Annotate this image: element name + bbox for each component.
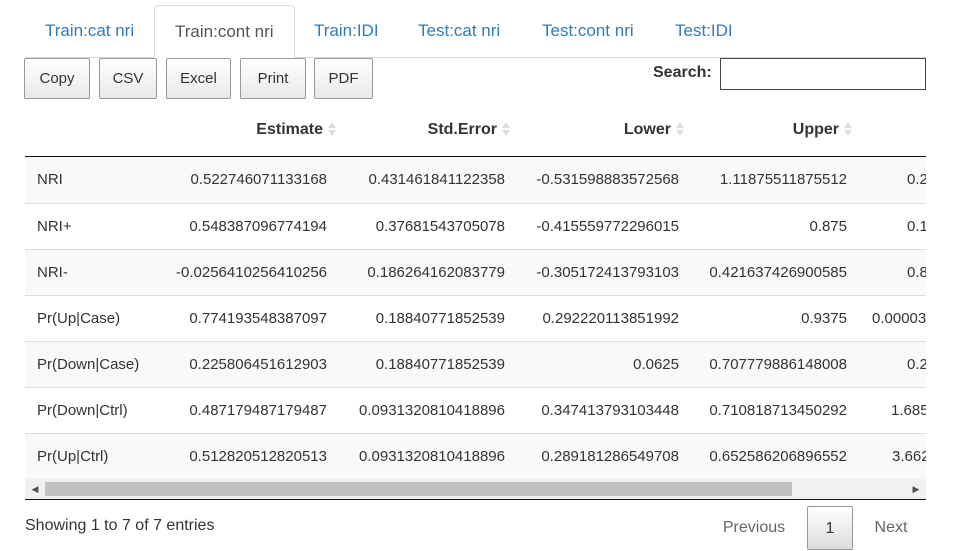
page-1-button[interactable]: 1 <box>807 506 853 550</box>
cell-lower: 0.292220113851992 <box>542 310 679 327</box>
arrow-right-icon[interactable]: ▶ <box>906 479 926 499</box>
cell-upper: 0.710818713450292 <box>709 402 847 419</box>
cell-estimate: 0.522746071133168 <box>190 171 327 188</box>
data-table: Estimate Std.Error Lower Upper NRI 0.522… <box>25 109 926 479</box>
cell-lower: -0.305172413793103 <box>536 264 679 281</box>
tab-train-cat-nri[interactable]: Train:cat nri <box>25 5 154 57</box>
cell-estimate: 0.487179487179487 <box>189 402 327 419</box>
cell-upper: 0.875 <box>809 218 847 235</box>
cell-extra: 0.1 <box>907 218 926 235</box>
table-row: NRI+ 0.548387096774194 0.37681543705078 … <box>25 203 926 249</box>
cell-estimate: 0.548387096774194 <box>189 218 327 235</box>
cell-std-error: 0.37681543705078 <box>375 218 505 235</box>
sort-icon <box>328 121 337 137</box>
cell-lower: -0.531598883572568 <box>536 171 679 188</box>
scrollbar-thumb[interactable] <box>45 482 792 496</box>
next-page-button[interactable]: Next <box>862 506 920 550</box>
cell-upper: 1.11875511875512 <box>719 171 847 188</box>
cell-upper: 0.9375 <box>801 310 847 327</box>
table-row: Pr(Up|Case) 0.774193548387097 0.18840771… <box>25 295 926 341</box>
table-bottom-border <box>25 499 926 500</box>
cell-extra: 0.2 <box>907 171 926 188</box>
row-label: Pr(Down|Case) <box>37 356 140 373</box>
column-header-label: Upper <box>792 121 839 138</box>
table-row: Pr(Down|Ctrl) 0.487179487179487 0.093132… <box>25 387 926 433</box>
cell-upper: 0.421637426900585 <box>709 264 847 281</box>
column-header-label: Std.Error <box>427 121 497 138</box>
tab-test-cat-nri[interactable]: Test:cat nri <box>398 5 520 57</box>
cell-std-error: 0.0931320810418896 <box>359 448 505 465</box>
copy-button[interactable]: Copy <box>24 58 90 99</box>
cell-estimate: 0.225806451612903 <box>189 356 327 373</box>
cell-estimate: 0.774193548387097 <box>189 310 327 327</box>
cell-upper: 0.652586206896552 <box>709 448 847 465</box>
table-info: Showing 1 to 7 of 7 entries <box>25 517 215 534</box>
sort-icon <box>844 121 853 137</box>
search-label: Search: <box>653 64 712 81</box>
cell-upper: 0.707779886148008 <box>709 356 847 373</box>
tab-bar: Train:cat nri Train:cont nri Train:IDI T… <box>25 0 926 58</box>
column-header-upper[interactable]: Upper <box>685 109 853 156</box>
cell-std-error: 0.431461841122358 <box>368 171 505 188</box>
table-header: Estimate Std.Error Lower Upper <box>25 109 926 157</box>
search-input[interactable] <box>720 58 926 90</box>
table-row: Pr(Down|Case) 0.225806451612903 0.188407… <box>25 341 926 387</box>
cell-extra: 1.685 <box>891 402 926 419</box>
previous-page-button[interactable]: Previous <box>710 506 798 550</box>
row-label: Pr(Down|Ctrl) <box>37 402 128 419</box>
cell-estimate: -0.0256410256410256 <box>176 264 327 281</box>
column-header-rowname[interactable] <box>25 109 165 156</box>
table-body: NRI 0.522746071133168 0.431461841122358 … <box>25 157 926 479</box>
excel-button[interactable]: Excel <box>166 58 231 99</box>
page: Train:cat nri Train:cont nri Train:IDI T… <box>0 0 969 551</box>
pdf-button[interactable]: PDF <box>314 58 373 99</box>
column-header-estimate[interactable]: Estimate <box>165 109 337 156</box>
row-label: Pr(Up|Case) <box>37 310 121 327</box>
table-row: NRI 0.522746071133168 0.431461841122358 … <box>25 157 926 203</box>
column-header-label: Lower <box>623 121 671 138</box>
cell-lower: 0.347413793103448 <box>541 402 679 419</box>
cell-std-error: 0.186264162083779 <box>367 264 505 281</box>
column-header-std-error[interactable]: Std.Error <box>337 109 511 156</box>
cell-extra: 0.8 <box>907 264 926 281</box>
tab-train-idi[interactable]: Train:IDI <box>294 5 399 57</box>
sort-icon <box>676 121 685 137</box>
cell-std-error: 0.18840771852539 <box>375 356 505 373</box>
arrow-left-icon[interactable]: ◀ <box>25 479 45 499</box>
tab-test-cont-nri[interactable]: Test:cont nri <box>522 5 654 57</box>
cell-extra: 3.662 <box>892 448 926 465</box>
row-label: Pr(Up|Ctrl) <box>37 448 109 465</box>
cell-lower: -0.415559772296015 <box>536 218 679 235</box>
print-button[interactable]: Print <box>240 58 306 99</box>
tab-train-cont-nri[interactable]: Train:cont nri <box>154 5 295 58</box>
table-row: NRI- -0.0256410256410256 0.1862641620837… <box>25 249 926 295</box>
cell-lower: 0.0625 <box>633 356 679 373</box>
horizontal-scrollbar[interactable]: ◀ ▶ <box>25 479 926 499</box>
cell-std-error: 0.0931320810418896 <box>359 402 505 419</box>
table-row: Pr(Up|Ctrl) 0.512820512820513 0.09313208… <box>25 433 926 479</box>
column-header-lower[interactable]: Lower <box>511 109 685 156</box>
row-label: NRI- <box>37 264 68 281</box>
cell-lower: 0.289181286549708 <box>541 448 679 465</box>
cell-extra: 0.2 <box>907 356 926 373</box>
sort-icon <box>502 121 511 137</box>
column-header-label: Estimate <box>256 121 323 138</box>
tab-test-idi[interactable]: Test:IDI <box>655 5 753 57</box>
csv-button[interactable]: CSV <box>99 58 157 99</box>
cell-estimate: 0.512820512820513 <box>189 448 327 465</box>
cell-std-error: 0.18840771852539 <box>375 310 505 327</box>
cell-extra: 0.00003 <box>872 310 926 327</box>
row-label: NRI <box>37 171 63 188</box>
row-label: NRI+ <box>37 218 72 235</box>
